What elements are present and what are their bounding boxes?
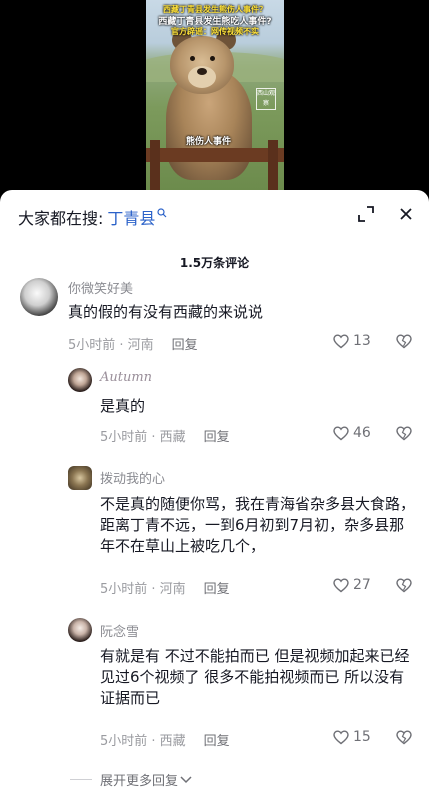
video-caption-mid: 熊伤人事件 [186, 137, 232, 147]
avatar[interactable] [68, 368, 92, 392]
video-frame: 西藏丁青县发生熊伤人事件？ 西藏丁青县发生熊吃人事件? 官方辟谣：网传视频不实 … [146, 0, 284, 196]
comment-text: 真的假的有没有西藏的来说说 [68, 303, 264, 321]
heart-icon [333, 425, 349, 440]
chevron-down-icon [180, 775, 192, 783]
comment-text: 有就是有 不过不能拍而已 但是视频加起来已经见过6个视频了 很多不能拍视频而已 … [100, 647, 410, 707]
comment-author[interactable]: 阮念雪 [100, 621, 139, 640]
video-player[interactable]: 西藏丁青县发生熊伤人事件？ 西藏丁青县发生熊吃人事件? 官方辟谣：网传视频不实 … [0, 0, 429, 196]
expand-replies-button[interactable]: 展开更多回复 [70, 770, 192, 789]
dislike-icon[interactable] [396, 578, 412, 593]
dislike-icon[interactable] [396, 426, 412, 441]
avatar[interactable] [68, 618, 92, 642]
reply-button[interactable]: 回复 [204, 734, 230, 749]
heart-icon [333, 577, 349, 592]
search-prefix: 大家都在搜: [18, 209, 104, 228]
comment-author[interactable]: 你微笑好美 [68, 278, 133, 297]
bear-eye-right [210, 56, 215, 61]
close-icon[interactable] [396, 204, 416, 224]
dislike-icon[interactable] [396, 730, 412, 745]
comment-time: 5小时前 · 河南 [68, 338, 154, 353]
reply-button[interactable]: 回复 [204, 582, 230, 597]
comment-meta: 5小时前 · 河南 回复 [100, 578, 230, 597]
expand-divider [70, 779, 92, 780]
comment-text: 不是真的随便你骂，我在青海省杂多县大食路，距离丁青不远，一到6月初到7月初，杂多… [100, 495, 416, 555]
video-logo: 西山观察 [256, 88, 276, 110]
comment-time: 5小时前 · 河南 [100, 582, 186, 597]
comment-time: 5小时前 · 西藏 [100, 430, 186, 445]
dislike-icon[interactable] [396, 334, 412, 349]
comments-count: 1.5万条评论 [179, 256, 250, 270]
avatar[interactable] [20, 278, 58, 316]
video-caption-sub: 官方辟谣：网传视频不实 [171, 27, 259, 36]
avatar[interactable] [68, 466, 92, 490]
like-count: 46 [353, 425, 371, 441]
search-suggestion[interactable]: 大家都在搜: 丁青县 [18, 204, 167, 230]
comment-sheet: 大家都在搜: 丁青县 1.5万条评论 你微笑好美 真的假的有没有西藏的来说说 5… [0, 190, 429, 800]
like-count: 27 [353, 577, 371, 593]
comment-author[interactable]: 拨动我的心 [100, 468, 165, 487]
heart-icon [333, 333, 349, 348]
like-count: 15 [353, 729, 371, 745]
like-button[interactable]: 15 [333, 729, 371, 745]
like-button[interactable]: 13 [333, 333, 371, 349]
fence-post-right [268, 140, 278, 196]
bear-eye-left [190, 56, 195, 61]
comment-time: 5小时前 · 西藏 [100, 734, 186, 749]
comment-meta: 5小时前 · 西藏 回复 [100, 426, 230, 445]
comment-author[interactable]: Autumn [100, 370, 152, 385]
reply-button[interactable]: 回复 [204, 430, 230, 445]
like-button[interactable]: 27 [333, 577, 371, 593]
reply-button[interactable]: 回复 [172, 338, 198, 353]
expand-label: 展开更多回复 [100, 774, 179, 789]
fence-post-left [150, 140, 160, 196]
bear-nose [197, 68, 207, 75]
comment-text: 是真的 [100, 397, 146, 415]
like-button[interactable]: 46 [333, 425, 371, 441]
comment-meta: 5小时前 · 西藏 回复 [100, 730, 230, 749]
search-icon [157, 208, 167, 218]
comment-meta: 5小时前 · 河南 回复 [68, 334, 198, 353]
like-count: 13 [353, 333, 371, 349]
fence-rail [146, 148, 284, 162]
collapse-icon[interactable] [356, 204, 376, 224]
heart-icon [333, 729, 349, 744]
search-term-link[interactable]: 丁青县 [107, 205, 155, 229]
